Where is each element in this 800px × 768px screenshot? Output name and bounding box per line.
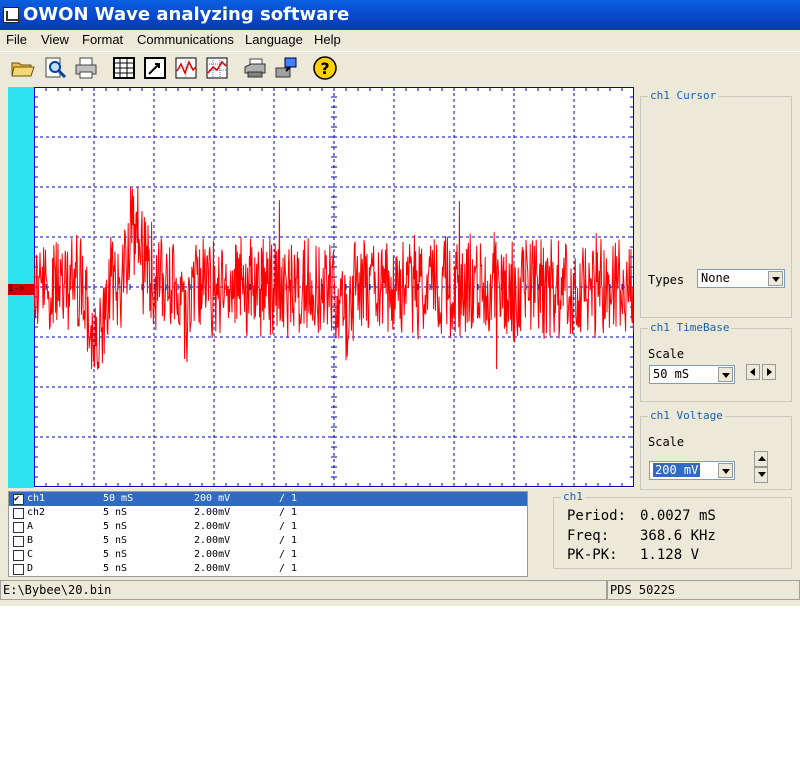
channel-name: ch2 <box>27 507 46 518</box>
timebase-decrease-button[interactable] <box>746 364 760 380</box>
menu-language[interactable]: Language <box>245 32 303 47</box>
channel-probe: / 1 <box>279 563 298 574</box>
open-folder-icon[interactable] <box>10 55 36 81</box>
print-icon[interactable] <box>73 55 99 81</box>
channel-voltage: 2.00mV <box>194 563 231 574</box>
channel-name: ch1 <box>27 493 46 504</box>
voltage-decrease-button[interactable] <box>754 467 768 483</box>
channel-checkbox[interactable] <box>13 522 24 533</box>
connect-device-icon[interactable] <box>273 55 299 81</box>
measurement-group: ch1 Period: 0.0027 mS Freq: 368.6 KHz PK… <box>553 490 792 569</box>
waveform-display: 1-> <box>8 86 635 488</box>
channel-row[interactable]: D 5 nS 2.00mV / 1 <box>9 562 527 576</box>
channel-probe: / 1 <box>279 507 298 518</box>
channel-timebase: 5 nS <box>103 507 128 518</box>
voltage-increase-button[interactable] <box>754 451 768 467</box>
channel-timebase: 50 mS <box>103 493 134 504</box>
table-icon[interactable] <box>111 55 137 81</box>
channel-list: ch1 50 mS 200 mV / 1 ch2 5 nS 2.00mV / 1 A 5 nS 2.… <box>8 491 528 577</box>
channel-voltage: 2.00mV <box>194 507 231 518</box>
scope-svg <box>33 86 635 488</box>
timebase-increase-button[interactable] <box>762 364 776 380</box>
period-label: Period: <box>567 508 627 524</box>
menu-communications[interactable]: Communications <box>137 32 234 47</box>
channel-voltage: 2.00mV <box>194 549 231 560</box>
channel-marker[interactable]: 1-> <box>8 284 34 295</box>
channel-timebase: 5 nS <box>103 535 128 546</box>
svg-text:?: ? <box>320 59 329 78</box>
freq-value: 368.6 KHz <box>640 528 716 544</box>
channel-row[interactable]: B 5 nS 2.00mV / 1 <box>9 534 527 548</box>
cursor-types-select[interactable]: None <box>697 269 785 288</box>
chart-grid-icon[interactable] <box>204 55 230 81</box>
timebase-scale-value: 50 mS <box>653 367 690 381</box>
window-title: OWON Wave analyzing software <box>23 4 350 25</box>
waveform-icon[interactable] <box>173 55 199 81</box>
pkpk-label: PK-PK: <box>567 547 618 563</box>
channel-timebase: 5 nS <box>103 521 128 532</box>
voltage-group-title: ch1 Voltage <box>648 409 725 422</box>
channel-row[interactable]: ch1 50 mS 200 mV / 1 <box>9 492 527 506</box>
timebase-group: ch1 TimeBase Scale 50 mS <box>640 321 792 402</box>
timebase-group-title: ch1 TimeBase <box>648 321 732 334</box>
channel-row[interactable]: A 5 nS 2.00mV / 1 <box>9 520 527 534</box>
menu-help[interactable]: Help <box>314 32 341 47</box>
printer-setup-icon[interactable] <box>242 55 268 81</box>
channel-checkbox[interactable] <box>13 564 24 575</box>
menu-format[interactable]: Format <box>82 32 123 47</box>
measurement-group-title: ch1 <box>561 490 585 503</box>
channel-row[interactable]: ch2 5 nS 2.00mV / 1 <box>9 506 527 520</box>
channel-probe: / 1 <box>279 549 298 560</box>
oscilloscope-plot[interactable] <box>33 86 635 488</box>
status-file-path: E:\Bybee\20.bin <box>0 580 607 600</box>
status-bar: E:\Bybee\20.bin PDS 5022S <box>0 580 800 602</box>
chevron-down-icon[interactable] <box>768 271 783 286</box>
voltage-scale-select[interactable]: 200 mV <box>649 461 735 480</box>
voltage-scale-value: 200 mV <box>653 463 701 477</box>
app-window: OWON Wave analyzing software File View F… <box>0 0 800 606</box>
channel-timebase: 5 nS <box>103 549 128 560</box>
chevron-down-icon[interactable] <box>718 463 733 478</box>
voltage-scale-label: Scale <box>648 435 685 449</box>
channel-name: C <box>27 549 34 560</box>
channel-checkbox[interactable] <box>13 536 24 547</box>
edit-export-icon[interactable] <box>142 55 168 81</box>
channel-name: B <box>27 535 34 546</box>
voltage-group: ch1 Voltage Scale 200 mV <box>640 409 792 490</box>
pkpk-value: 1.128 V <box>640 547 700 563</box>
toolbar: ? <box>0 51 800 85</box>
menu-view[interactable]: View <box>41 32 69 47</box>
channel-probe: / 1 <box>279 493 298 504</box>
channel-probe: / 1 <box>279 521 298 532</box>
channel-probe: / 1 <box>279 535 298 546</box>
channel-checkbox[interactable] <box>13 550 24 561</box>
channel-checkbox[interactable] <box>13 508 24 519</box>
menu-file[interactable]: File <box>6 32 27 47</box>
period-value: 0.0027 mS <box>640 508 716 524</box>
cursor-types-value: None <box>701 271 730 285</box>
channel-name: A <box>27 521 34 532</box>
app-icon[interactable] <box>3 7 19 23</box>
title-bar: OWON Wave analyzing software <box>0 0 800 30</box>
timebase-scale-label: Scale <box>648 347 685 361</box>
channel-name: D <box>27 563 34 574</box>
menu-bar: File View Format Communications Language… <box>0 30 800 50</box>
timebase-scale-select[interactable]: 50 mS <box>649 365 735 384</box>
print-preview-icon[interactable] <box>42 55 68 81</box>
freq-label: Freq: <box>567 528 610 544</box>
types-label: Types <box>648 273 685 287</box>
channel-voltage: 2.00mV <box>194 521 231 532</box>
cursor-group: ch1 Cursor Types None <box>640 89 792 318</box>
channel-voltage: 200 mV <box>194 493 231 504</box>
channel-row[interactable]: C 5 nS 2.00mV / 1 <box>9 548 527 562</box>
status-device: PDS 5022S <box>607 580 800 600</box>
channel-voltage: 2.00mV <box>194 535 231 546</box>
help-icon[interactable]: ? <box>312 55 338 81</box>
cursor-group-title: ch1 Cursor <box>648 89 719 102</box>
channel-checkbox[interactable] <box>13 492 24 506</box>
chevron-down-icon[interactable] <box>718 367 733 382</box>
channel-timebase: 5 nS <box>103 563 128 574</box>
